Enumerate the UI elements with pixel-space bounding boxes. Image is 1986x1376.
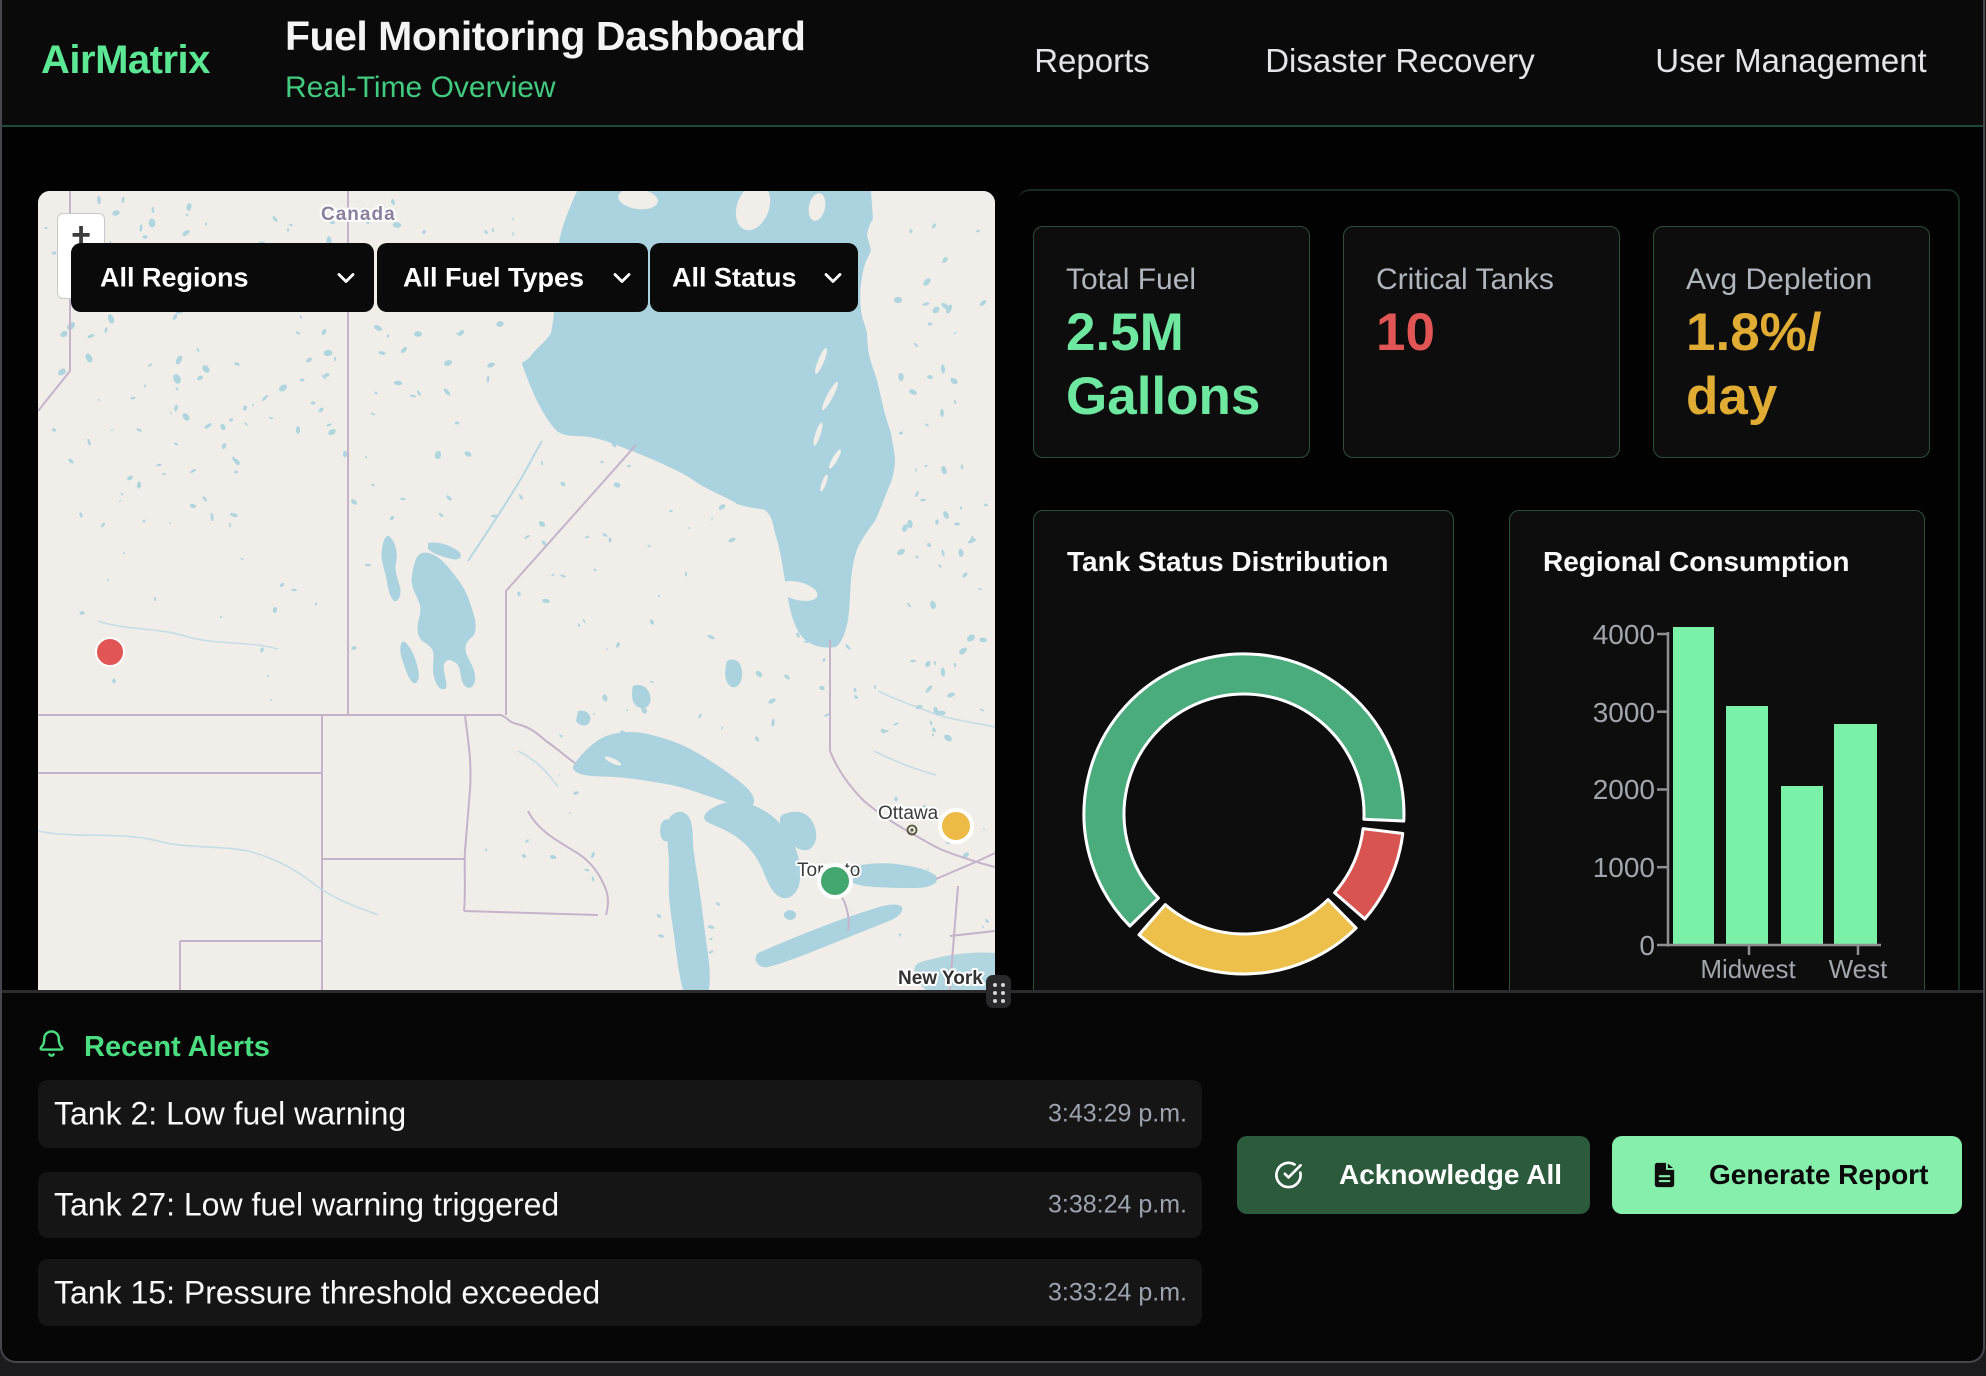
svg-text:New York: New York <box>898 968 983 989</box>
svg-text:Midwest: Midwest <box>1700 954 1796 984</box>
svg-text:3000: 3000 <box>1593 697 1655 728</box>
svg-text:Canada: Canada <box>321 204 396 225</box>
svg-text:1000: 1000 <box>1593 852 1655 883</box>
svg-text:2000: 2000 <box>1593 774 1655 805</box>
svg-text:0: 0 <box>1639 930 1655 961</box>
svg-text:Ottawa: Ottawa <box>878 803 939 824</box>
svg-text:West: West <box>1829 954 1889 984</box>
svg-text:4000: 4000 <box>1593 619 1655 650</box>
